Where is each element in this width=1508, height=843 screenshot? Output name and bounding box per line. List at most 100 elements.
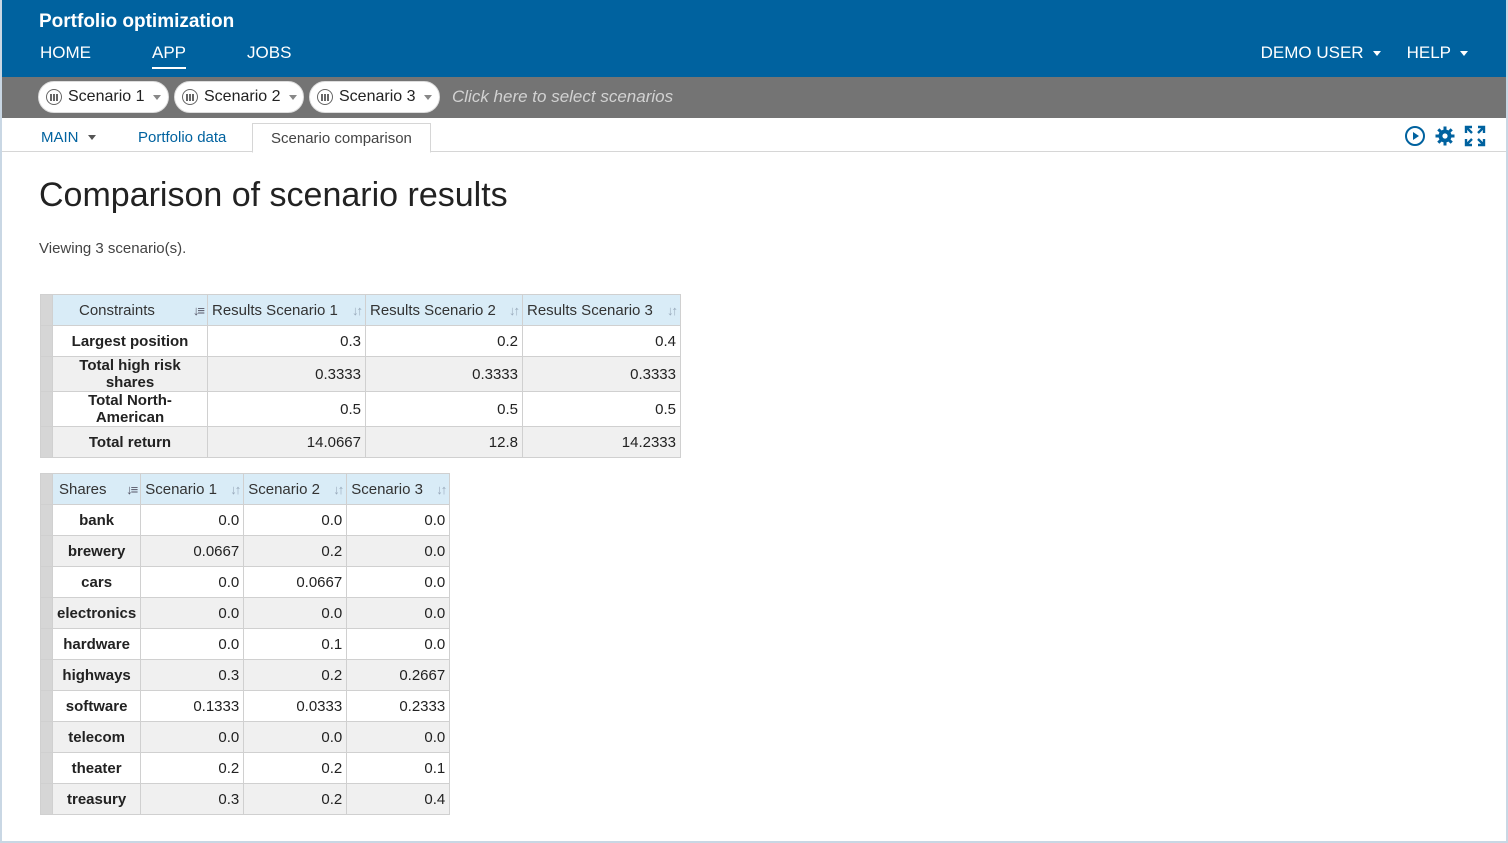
row-gutter[interactable] — [40, 504, 53, 536]
row-header: Largest position — [52, 325, 208, 357]
table-cell[interactable]: 0.1 — [243, 628, 348, 660]
table-cell[interactable]: 0.0 — [140, 628, 245, 660]
row-gutter[interactable] — [40, 356, 53, 392]
column-header[interactable]: Results Scenario 3 ↓↑ — [522, 294, 681, 326]
row-header: Total return — [52, 426, 208, 458]
sort-ascending-icon[interactable]: ↓≡ — [126, 482, 138, 497]
column-header[interactable]: Shares ↓≡ — [51, 473, 142, 505]
table-cell[interactable]: 0.3333 — [365, 356, 523, 392]
fullscreen-icon[interactable] — [1464, 125, 1486, 147]
tab-main[interactable]: MAIN — [41, 123, 96, 152]
table-row: software 0.1333 0.0333 0.2333 — [40, 690, 451, 722]
sort-ascending-icon[interactable]: ↓≡ — [193, 303, 205, 318]
column-header-label: Results Scenario 2 — [370, 301, 496, 319]
chevron-down-icon[interactable] — [288, 94, 297, 100]
table-cell[interactable]: 0.2 — [365, 325, 523, 357]
row-gutter[interactable] — [40, 597, 53, 629]
table-cell[interactable]: 0.3 — [140, 783, 245, 815]
row-gutter[interactable] — [40, 690, 53, 722]
table-cell[interactable]: 14.0667 — [207, 426, 366, 458]
scenario-select-input[interactable]: Click here to select scenarios — [452, 87, 673, 107]
table-cell[interactable]: 0.5 — [365, 391, 523, 427]
table-cell[interactable]: 0.0 — [346, 721, 451, 753]
column-header[interactable]: Scenario 2 ↓↑ — [243, 473, 348, 505]
row-gutter[interactable] — [40, 628, 53, 660]
table-cell[interactable]: 0.0 — [346, 535, 451, 567]
table-cell[interactable]: 0.0 — [346, 566, 451, 598]
table-cell[interactable]: 0.0 — [140, 504, 245, 536]
tab-scenario-comparison[interactable]: Scenario comparison — [252, 123, 431, 153]
run-icon[interactable] — [1404, 125, 1426, 147]
table-cell[interactable]: 0.5 — [207, 391, 366, 427]
table-cell[interactable]: 0.0 — [140, 597, 245, 629]
table-cell[interactable]: 0.0 — [243, 597, 348, 629]
table-cell[interactable]: 0.2667 — [346, 659, 451, 691]
sort-icon[interactable]: ↓↑ — [333, 482, 344, 497]
table-cell[interactable]: 12.8 — [365, 426, 523, 458]
help-menu[interactable]: HELP — [1407, 43, 1468, 63]
table-cell[interactable]: 0.1 — [346, 752, 451, 784]
row-gutter[interactable] — [40, 325, 53, 357]
table-cell[interactable]: 0.0667 — [140, 535, 245, 567]
table-cell[interactable]: 0.0 — [140, 566, 245, 598]
scenario-pill-2[interactable]: Scenario 2 — [174, 81, 304, 113]
sort-icon[interactable]: ↓↑ — [436, 482, 447, 497]
table-row: brewery 0.0667 0.2 0.0 — [40, 535, 451, 567]
nav-home[interactable]: HOME — [40, 43, 91, 69]
table-cell[interactable]: 0.0 — [243, 721, 348, 753]
chevron-down-icon[interactable] — [423, 94, 432, 100]
table-cell[interactable]: 0.5 — [522, 391, 681, 427]
row-header: hardware — [51, 628, 142, 660]
row-gutter[interactable] — [40, 783, 53, 815]
table-cell[interactable]: 0.2 — [243, 535, 348, 567]
table-cell[interactable]: 14.2333 — [522, 426, 681, 458]
row-header: telecom — [51, 721, 142, 753]
row-header: bank — [51, 504, 142, 536]
scenario-pill-label: Scenario 1 — [68, 88, 145, 105]
tab-portfolio-data[interactable]: Portfolio data — [138, 123, 226, 152]
sort-icon[interactable]: ↓↑ — [352, 303, 363, 318]
row-gutter[interactable] — [40, 659, 53, 691]
nav-app[interactable]: APP — [152, 43, 187, 69]
user-menu[interactable]: DEMO USER — [1261, 43, 1381, 63]
table-cell[interactable]: 0.1333 — [140, 690, 245, 722]
table-cell[interactable]: 0.4 — [346, 783, 451, 815]
row-gutter[interactable] — [40, 535, 53, 567]
table-cell[interactable]: 0.2333 — [346, 690, 451, 722]
table-cell[interactable]: 0.0667 — [243, 566, 348, 598]
nav-jobs[interactable]: JOBS — [247, 43, 291, 69]
table-cell[interactable]: 0.0 — [346, 628, 451, 660]
table-cell[interactable]: 0.0 — [243, 504, 348, 536]
table-cell[interactable]: 0.0 — [346, 597, 451, 629]
table-cell[interactable]: 0.3333 — [207, 356, 366, 392]
scenario-pill-3[interactable]: Scenario 3 — [309, 81, 440, 113]
table-cell[interactable]: 0.2 — [140, 752, 245, 784]
row-gutter[interactable] — [40, 566, 53, 598]
settings-icon[interactable] — [1434, 125, 1456, 147]
table-cell[interactable]: 0.2 — [243, 783, 348, 815]
scenario-pill-1[interactable]: Scenario 1 — [38, 81, 169, 113]
table-cell[interactable]: 0.2 — [243, 752, 348, 784]
column-header[interactable]: Scenario 3 ↓↑ — [346, 473, 451, 505]
column-header[interactable]: Scenario 1 ↓↑ — [140, 473, 245, 505]
row-gutter[interactable] — [40, 752, 53, 784]
row-gutter[interactable] — [40, 721, 53, 753]
column-header[interactable]: Results Scenario 1 ↓↑ — [207, 294, 366, 326]
table-cell[interactable]: 0.0 — [140, 721, 245, 753]
row-gutter[interactable] — [40, 426, 53, 458]
table-cell[interactable]: 0.4 — [522, 325, 681, 357]
sort-icon[interactable]: ↓↑ — [667, 303, 678, 318]
sort-icon[interactable]: ↓↑ — [230, 482, 241, 497]
table-cell[interactable]: 0.2 — [243, 659, 348, 691]
chevron-down-icon[interactable] — [152, 94, 161, 100]
table-cell[interactable]: 0.0 — [346, 504, 451, 536]
table-row: treasury 0.3 0.2 0.4 — [40, 783, 451, 815]
sort-icon[interactable]: ↓↑ — [509, 303, 520, 318]
column-header[interactable]: Results Scenario 2 ↓↑ — [365, 294, 523, 326]
table-cell[interactable]: 0.0333 — [243, 690, 348, 722]
table-cell[interactable]: 0.3 — [140, 659, 245, 691]
table-cell[interactable]: 0.3333 — [522, 356, 681, 392]
column-header[interactable]: Constraints ↓≡ — [52, 294, 208, 326]
table-cell[interactable]: 0.3 — [207, 325, 366, 357]
row-gutter[interactable] — [40, 391, 53, 427]
